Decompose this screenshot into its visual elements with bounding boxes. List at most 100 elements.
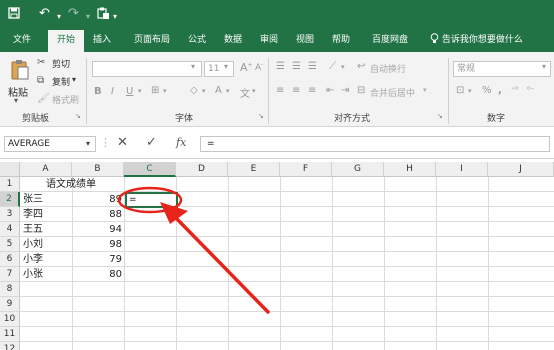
row-header[interactable]: 3 bbox=[0, 207, 20, 222]
tab-help[interactable]: 帮助 bbox=[327, 30, 355, 52]
fill-color-icon[interactable]: ◇ bbox=[190, 85, 198, 96]
name-box-dropdown-icon[interactable]: ▾ bbox=[86, 137, 90, 151]
borders-dropdown-icon[interactable]: ▾ bbox=[163, 87, 167, 95]
undo-dropdown-icon[interactable]: ▾ bbox=[57, 10, 61, 24]
underline-dropdown-icon[interactable]: ▾ bbox=[138, 87, 142, 95]
name-cell[interactable]: 小李 bbox=[23, 252, 43, 267]
bold-icon[interactable]: B bbox=[94, 86, 102, 97]
score-cell[interactable]: 98 bbox=[72, 237, 122, 252]
phonetic-icon[interactable]: 文 bbox=[240, 85, 250, 100]
score-cell[interactable]: 89 bbox=[72, 192, 122, 207]
decrease-indent-icon[interactable]: ⇤ bbox=[326, 85, 334, 96]
font-name-box[interactable] bbox=[92, 61, 202, 77]
cancel-icon[interactable]: ✕ bbox=[117, 136, 128, 150]
column-header[interactable]: I bbox=[436, 162, 488, 177]
comma-style-icon[interactable]: , bbox=[498, 85, 502, 96]
copy-button[interactable]: 复制 bbox=[52, 75, 70, 88]
paste-dropdown-icon[interactable]: ▾ bbox=[14, 96, 18, 105]
name-cell[interactable]: 小刘 bbox=[23, 237, 43, 252]
tab-review[interactable]: 审阅 bbox=[255, 30, 283, 52]
active-cell-c2[interactable]: = bbox=[125, 192, 178, 208]
align-right-icon[interactable]: ≡ bbox=[308, 85, 316, 96]
increase-font-icon[interactable]: A+ bbox=[240, 61, 253, 74]
align-bottom-icon[interactable]: ☰ bbox=[308, 61, 317, 72]
tab-view[interactable]: 视图 bbox=[291, 30, 319, 52]
accounting-format-icon[interactable]: ⊡ bbox=[456, 85, 464, 96]
borders-icon[interactable]: ⊞ bbox=[151, 85, 159, 96]
row-header[interactable]: 10 bbox=[0, 312, 20, 327]
tab-insert[interactable]: 插入 bbox=[87, 30, 117, 52]
check-icon[interactable]: ✓ bbox=[146, 136, 157, 150]
tab-formulas[interactable]: 公式 bbox=[183, 30, 211, 52]
format-painter-button[interactable]: 格式刷 bbox=[52, 93, 79, 106]
column-header[interactable]: H bbox=[384, 162, 436, 177]
font-color-icon[interactable]: A bbox=[215, 85, 222, 96]
cut-button[interactable]: 剪切 bbox=[52, 57, 70, 70]
percent-icon[interactable]: % bbox=[482, 85, 492, 96]
score-cell[interactable]: 80 bbox=[72, 267, 122, 282]
row-header[interactable]: 8 bbox=[0, 282, 20, 297]
tab-data[interactable]: 数据 bbox=[219, 30, 247, 52]
italic-icon[interactable]: I bbox=[111, 86, 114, 97]
column-header[interactable]: E bbox=[228, 162, 280, 177]
column-header[interactable]: B bbox=[72, 162, 124, 177]
select-all-corner[interactable] bbox=[0, 162, 20, 177]
name-cell[interactable]: 张三 bbox=[23, 192, 43, 207]
font-color-dropdown-icon[interactable]: ▾ bbox=[226, 87, 230, 95]
align-left-icon[interactable]: ≡ bbox=[276, 85, 284, 96]
save-icon[interactable] bbox=[8, 7, 20, 23]
column-header[interactable]: F bbox=[280, 162, 332, 177]
tab-page-layout[interactable]: 页面布局 bbox=[126, 30, 178, 52]
score-cell[interactable]: 79 bbox=[72, 252, 122, 267]
insert-function-icon[interactable]: fx bbox=[176, 136, 186, 150]
name-cell[interactable]: 王五 bbox=[23, 222, 43, 237]
score-cell[interactable]: 88 bbox=[72, 207, 122, 222]
increase-decimal-icon[interactable]: ⁺⁰ bbox=[511, 85, 518, 94]
row-header[interactable]: 5 bbox=[0, 237, 20, 252]
tab-file[interactable]: 文件 bbox=[5, 30, 39, 52]
font-size-dropdown-icon[interactable]: ▾ bbox=[224, 62, 228, 71]
font-name-dropdown-icon[interactable]: ▾ bbox=[191, 62, 195, 71]
font-size-box[interactable]: 11 bbox=[204, 61, 234, 77]
column-header[interactable]: G bbox=[332, 162, 384, 177]
row-header[interactable]: 6 bbox=[0, 252, 20, 267]
redo-dropdown-icon[interactable]: ▾ bbox=[86, 10, 90, 24]
paste-icon[interactable] bbox=[10, 59, 30, 84]
undo-icon[interactable]: ↶ bbox=[39, 7, 50, 21]
redo-icon[interactable]: ↷ bbox=[68, 7, 79, 21]
accounting-dropdown-icon[interactable]: ▾ bbox=[468, 87, 472, 95]
row-header[interactable]: 7 bbox=[0, 267, 20, 282]
merge-center-dropdown-icon[interactable]: ▾ bbox=[423, 86, 427, 94]
alignment-launcher-icon[interactable]: ↘ bbox=[437, 112, 443, 120]
number-format-dropdown-icon[interactable]: ▾ bbox=[542, 62, 546, 71]
formula-input[interactable]: = bbox=[200, 136, 550, 152]
row-header-selected[interactable]: 2 bbox=[0, 192, 20, 207]
merge-center-button[interactable]: 合并后居中 bbox=[370, 86, 415, 99]
customize-toolbar-icon[interactable]: ▾ bbox=[113, 10, 117, 24]
wrap-text-button[interactable]: 自动换行 bbox=[370, 62, 406, 75]
row-header[interactable]: 9 bbox=[0, 297, 20, 312]
column-header-selected[interactable]: C bbox=[124, 162, 176, 177]
name-cell[interactable]: 李四 bbox=[23, 207, 43, 222]
row-header[interactable]: 1 bbox=[0, 177, 20, 192]
score-cell[interactable]: 94 bbox=[72, 222, 122, 237]
tell-me-box[interactable]: 告诉我你想要做什么 bbox=[430, 30, 523, 52]
align-top-icon[interactable]: ☰ bbox=[276, 61, 285, 72]
formula-bar-grip-icon[interactable]: ⋮ bbox=[100, 136, 111, 150]
align-middle-icon[interactable]: ☰ bbox=[292, 61, 301, 72]
increase-indent-icon[interactable]: ⇥ bbox=[341, 85, 349, 96]
name-cell[interactable]: 小张 bbox=[23, 267, 43, 282]
underline-icon[interactable]: U bbox=[126, 86, 133, 97]
row-header[interactable]: 11 bbox=[0, 327, 20, 342]
worksheet-grid[interactable]: A B C D E F G H I J 1 2 3 4 5 6 7 8 9 10… bbox=[0, 162, 554, 350]
number-format-box[interactable]: 常规 bbox=[453, 61, 551, 77]
orientation-icon[interactable]: ⟋ bbox=[329, 61, 336, 72]
column-header[interactable]: A bbox=[20, 162, 72, 177]
decrease-font-icon[interactable]: A- bbox=[255, 61, 263, 73]
orientation-dropdown-icon[interactable]: ▾ bbox=[341, 63, 345, 71]
row-header[interactable]: 4 bbox=[0, 222, 20, 237]
copy-dropdown-icon[interactable]: ▾ bbox=[72, 75, 76, 84]
row-header[interactable]: 12 bbox=[0, 342, 20, 350]
name-box[interactable]: AVERAGE bbox=[4, 136, 96, 152]
align-center-icon[interactable]: ≡ bbox=[292, 85, 300, 96]
